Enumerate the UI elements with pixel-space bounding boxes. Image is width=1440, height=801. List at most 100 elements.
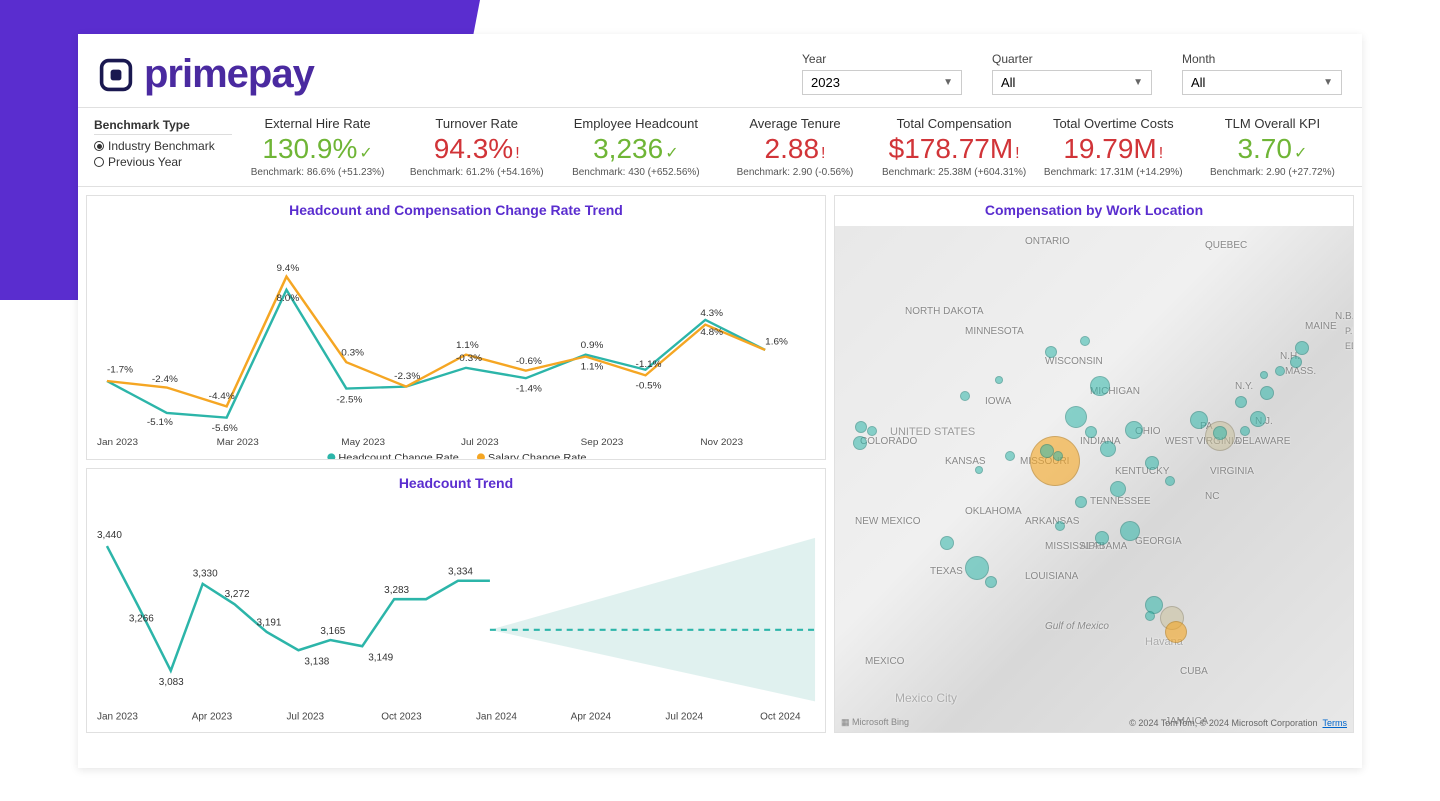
svg-text:Salary Change Rate: Salary Change Rate: [488, 452, 587, 459]
radio-previous-year[interactable]: Previous Year: [94, 155, 232, 169]
kpi-total-compensation: Total Compensation $178.77M! Benchmark: …: [875, 116, 1034, 178]
map-bubble[interactable]: [975, 466, 983, 474]
year-select[interactable]: 2023 ▼: [802, 70, 962, 95]
benchmark-title: Benchmark Type: [94, 118, 232, 135]
kpi-turnover-rate: Turnover Rate 94.3%! Benchmark: 61.2% (+…: [397, 116, 556, 178]
chart-compensation-map[interactable]: Compensation by Work Location ONTARIO QU…: [834, 195, 1354, 733]
chevron-down-icon: ▼: [1133, 77, 1143, 88]
svg-text:-1.4%: -1.4%: [516, 384, 542, 395]
chart-headcount-comp-trend[interactable]: Headcount and Compensation Change Rate T…: [86, 195, 826, 460]
svg-text:Mar 2023: Mar 2023: [217, 437, 259, 448]
map-bubble[interactable]: [1053, 451, 1063, 461]
svg-text:3,083: 3,083: [159, 677, 184, 688]
map-bubble[interactable]: [1260, 371, 1268, 379]
map-bubble[interactable]: [1240, 426, 1250, 436]
map-bubble[interactable]: [1080, 336, 1090, 346]
map-bubble[interactable]: [1250, 411, 1266, 427]
dashboard: primepay Year 2023 ▼ Quarter All ▼ Month: [78, 34, 1362, 768]
svg-text:-5.6%: -5.6%: [212, 423, 238, 434]
svg-text:8.0%: 8.0%: [276, 293, 299, 304]
map-bubble[interactable]: [1100, 441, 1116, 457]
svg-text:3,138: 3,138: [304, 656, 329, 667]
map-bubble[interactable]: [1090, 376, 1110, 396]
map-terms-link[interactable]: Terms: [1323, 718, 1348, 728]
kpi-row: Benchmark Type Industry Benchmark Previo…: [78, 108, 1362, 187]
svg-text:0.3%: 0.3%: [341, 348, 364, 359]
svg-text:3,283: 3,283: [384, 585, 409, 596]
check-icon: ✓: [1294, 145, 1307, 162]
svg-text:-1.7%: -1.7%: [107, 365, 133, 376]
svg-text:3,330: 3,330: [193, 569, 218, 580]
month-select[interactable]: All ▼: [1182, 70, 1342, 95]
chart-headcount-trend[interactable]: Headcount Trend 3,440 3,266 3,083 3,330: [86, 468, 826, 733]
svg-text:May 2023: May 2023: [341, 437, 385, 448]
svg-text:-1.1%: -1.1%: [636, 359, 662, 370]
map-bubble[interactable]: [1095, 531, 1109, 545]
radio-industry-benchmark[interactable]: Industry Benchmark: [94, 139, 232, 153]
map-bubble[interactable]: [1110, 481, 1126, 497]
charts-area: Headcount and Compensation Change Rate T…: [78, 187, 1362, 741]
map-bubble[interactable]: [1055, 521, 1065, 531]
year-label: Year: [802, 52, 962, 66]
chevron-down-icon: ▼: [1323, 77, 1333, 88]
map-bubble[interactable]: [940, 536, 954, 550]
logo: primepay: [98, 52, 314, 97]
map-bubble[interactable]: [1040, 444, 1054, 458]
map-bubble[interactable]: [965, 556, 989, 580]
svg-text:Apr 2023: Apr 2023: [192, 712, 233, 723]
map-bubble[interactable]: [855, 421, 867, 433]
svg-text:1.6%: 1.6%: [765, 337, 788, 348]
kpi-external-hire-rate: External Hire Rate 130.9%✓ Benchmark: 86…: [238, 116, 397, 178]
map-bubble[interactable]: [1165, 621, 1187, 643]
svg-text:0.9%: 0.9%: [581, 340, 604, 351]
map-bubble[interactable]: [1125, 421, 1143, 439]
svg-text:Jan 2023: Jan 2023: [97, 712, 138, 723]
map-bubble[interactable]: [1165, 476, 1175, 486]
svg-text:Nov 2023: Nov 2023: [700, 437, 743, 448]
map-bubble[interactable]: [1145, 456, 1159, 470]
svg-text:3,149: 3,149: [368, 652, 393, 663]
logo-text: primepay: [144, 52, 314, 97]
svg-text:4.8%: 4.8%: [700, 327, 723, 338]
svg-text:-4.4%: -4.4%: [209, 391, 235, 402]
map-bubble[interactable]: [1213, 426, 1227, 440]
map-bubble[interactable]: [1120, 521, 1140, 541]
map-bubble[interactable]: [1085, 426, 1097, 438]
map-bubble[interactable]: [1075, 496, 1087, 508]
month-label: Month: [1182, 52, 1342, 66]
svg-text:Jan 2023: Jan 2023: [97, 437, 138, 448]
svg-text:Jul 2023: Jul 2023: [461, 437, 499, 448]
svg-text:3,440: 3,440: [97, 530, 122, 541]
svg-text:-5.1%: -5.1%: [147, 417, 173, 428]
svg-text:-0.5%: -0.5%: [636, 381, 662, 392]
map-bubble[interactable]: [1235, 396, 1247, 408]
map-bubble[interactable]: [1260, 386, 1274, 400]
map-bubble[interactable]: [867, 426, 877, 436]
alert-icon: !: [1159, 145, 1163, 162]
filter-bar: Year 2023 ▼ Quarter All ▼ Month All ▼: [802, 52, 1342, 95]
check-icon: ✓: [359, 145, 372, 162]
map-bubble[interactable]: [853, 436, 867, 450]
svg-text:3,334: 3,334: [448, 567, 473, 578]
svg-text:9.4%: 9.4%: [276, 263, 299, 274]
map-provider: ▦ Microsoft Bing: [841, 717, 909, 728]
svg-text:1.1%: 1.1%: [456, 340, 479, 351]
map-bubble[interactable]: [995, 376, 1003, 384]
map-bubble[interactable]: [1045, 346, 1057, 358]
map-canvas[interactable]: ONTARIO QUEBEC MINNESOTA WISCONSIN MICHI…: [835, 226, 1353, 732]
map-bubble[interactable]: [985, 576, 997, 588]
map-bubble[interactable]: [1145, 611, 1155, 621]
map-bubble[interactable]: [960, 391, 970, 401]
alert-icon: !: [821, 145, 825, 162]
svg-text:-2.3%: -2.3%: [394, 371, 420, 382]
map-bubble[interactable]: [1190, 411, 1208, 429]
map-bubble[interactable]: [1275, 366, 1285, 376]
map-bubble[interactable]: [1290, 356, 1302, 368]
map-bubble[interactable]: [1030, 436, 1080, 486]
svg-text:Apr 2024: Apr 2024: [571, 712, 612, 723]
map-bubble[interactable]: [1065, 406, 1087, 428]
map-bubble[interactable]: [1295, 341, 1309, 355]
map-bubble[interactable]: [1005, 451, 1015, 461]
quarter-select[interactable]: All ▼: [992, 70, 1152, 95]
header: primepay Year 2023 ▼ Quarter All ▼ Month: [78, 34, 1362, 108]
